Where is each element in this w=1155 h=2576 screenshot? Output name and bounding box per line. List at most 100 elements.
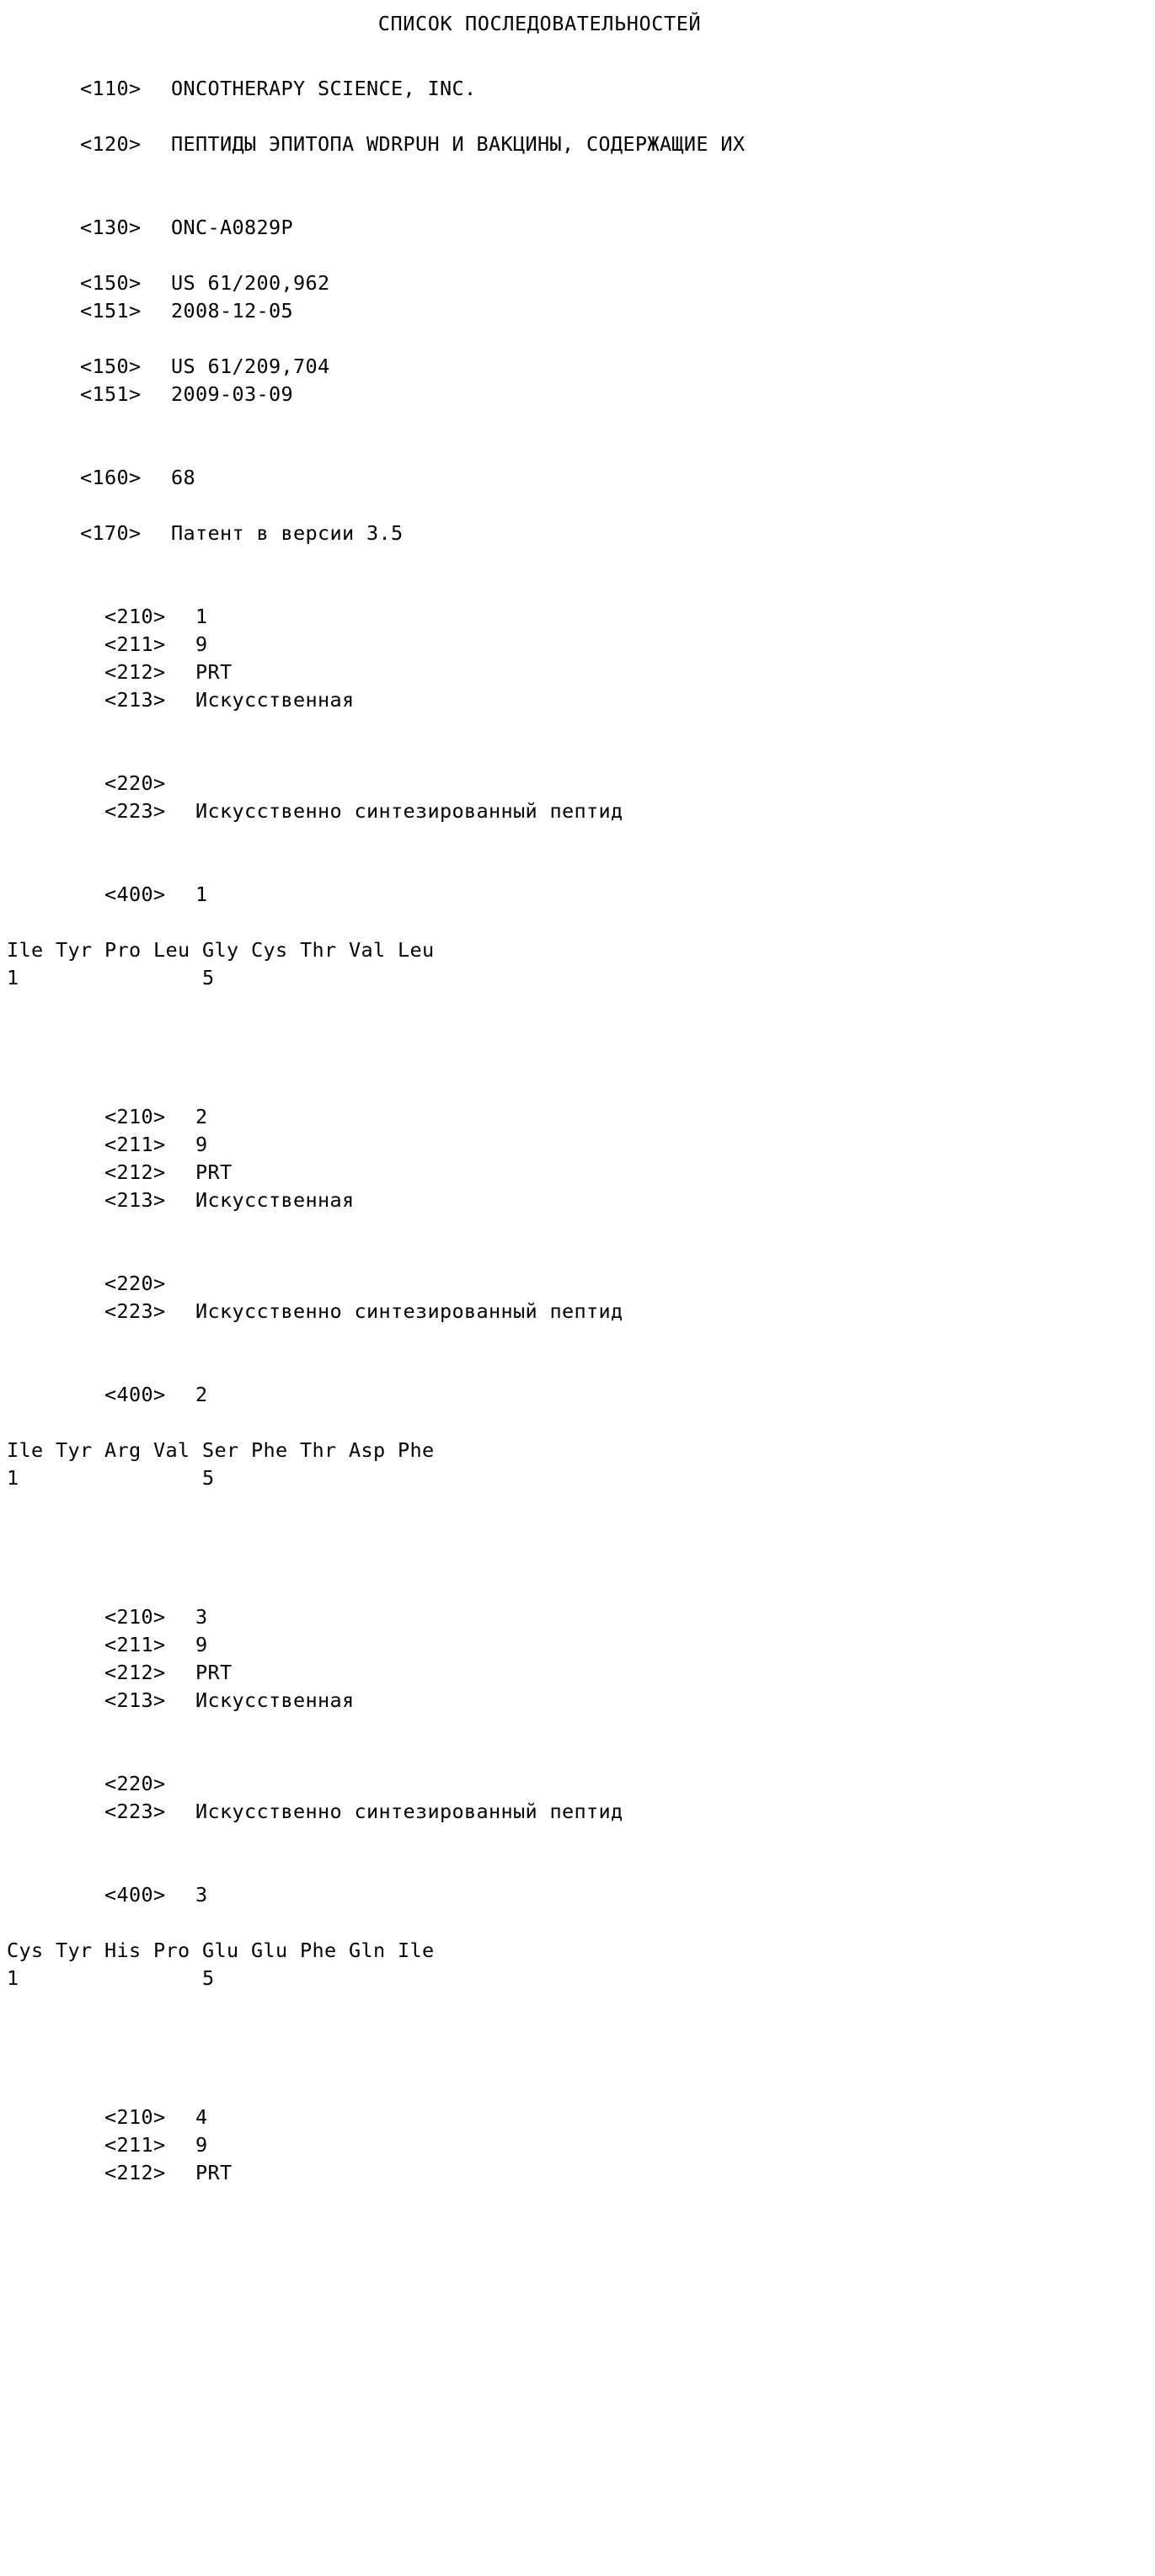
seq3-field-400-tag: <400> xyxy=(104,1883,166,1907)
seq3-field-212-value: PRT xyxy=(195,1661,233,1684)
seq1-field-220: <220> xyxy=(7,742,1152,795)
seq2-field-212-tag: <212> xyxy=(104,1160,166,1184)
seq3-field-213-value: Искусственная xyxy=(195,1688,355,1712)
seq1-field-213-tag: <213> xyxy=(104,688,166,712)
seq3-field-220-tag: <220> xyxy=(104,1772,166,1795)
field-160-value: 68 xyxy=(171,466,195,489)
seq3-field-210: <210> 3 xyxy=(7,1576,1152,1629)
seq2-field-400-tag: <400> xyxy=(104,1383,166,1406)
seq4-field-212-value: PRT xyxy=(195,2161,233,2184)
sequence-entry: <210> 3 <211> 9 <212> PRT <213> Искусственна… xyxy=(7,1576,1152,1992)
seq2-field-211-value: 9 xyxy=(195,1133,208,1156)
seq3-field-223-tag: <223> xyxy=(104,1800,166,1823)
seq1-position-ruler: 1 5 xyxy=(7,966,215,989)
seq1-field-400-tag: <400> xyxy=(104,883,166,906)
seq2-field-213-tag: <213> xyxy=(104,1188,166,1212)
field-130-value: ONC-A0829P xyxy=(171,216,293,239)
field-110-value: ONCOTHERAPY SCIENCE, INC. xyxy=(171,77,477,100)
seq3-field-211-tag: <211> xyxy=(104,1633,166,1656)
seq1-field-220-tag: <220> xyxy=(104,771,166,795)
field-151-first-tag: <151> xyxy=(80,299,142,323)
seq2-field-400: <400> 2 xyxy=(7,1353,1152,1406)
field-120-tag: <120> xyxy=(80,132,142,156)
seq3-field-220: <220> xyxy=(7,1742,1152,1795)
field-151-second-value: 2009-03-09 xyxy=(171,382,293,406)
sequence-listing-body: <110> ONCOTHERAPY SCIENCE, INC. <120> ПЕПТ… xyxy=(7,47,1152,2184)
page-title: СПИСОК ПОСЛЕДОВАТЕЛЬНОСТЕЙ xyxy=(377,12,702,35)
field-130: <130> ONC-A0829P xyxy=(7,186,1152,239)
field-150-first: <150> US 61/200,962 xyxy=(7,242,1152,295)
seq1-field-212-value: PRT xyxy=(195,660,233,684)
seq3-residues: Cys Tyr His Pro Glu Glu Phe Gln Ile xyxy=(7,1939,435,1962)
seq3-field-400-value: 3 xyxy=(195,1883,208,1907)
field-151-second-tag: <151> xyxy=(80,382,142,406)
sequence-entry: <210> 1 <211> 9 <212> PRT <213> Искусственна… xyxy=(7,575,1152,992)
seq3-position-ruler: 1 5 xyxy=(7,1966,215,1990)
seq1-field-223-value: Искусственно синтезированный пептид xyxy=(195,799,623,823)
seq1-field-212-tag: <212> xyxy=(104,660,166,684)
field-170-tag: <170> xyxy=(80,521,142,545)
seq1-field-210: <210> 1 xyxy=(7,575,1152,628)
seq2-field-223-tag: <223> xyxy=(104,1299,166,1323)
document-page: СПИСОК ПОСЛЕДОВАТЕЛЬНОСТЕЙ <110> ONCOTHER… xyxy=(0,0,1155,2576)
seq3-field-211-value: 9 xyxy=(195,1633,208,1656)
seq2-field-211-tag: <211> xyxy=(104,1133,166,1156)
field-151-first-value: 2008-12-05 xyxy=(171,299,293,323)
seq1-field-210-value: 1 xyxy=(195,605,208,628)
field-150-first-value: US 61/200,962 xyxy=(171,271,330,295)
seq1-field-211-tag: <211> xyxy=(104,632,166,656)
seq2-field-210-tag: <210> xyxy=(104,1105,166,1128)
sequence-entry-partial: <210> 4 <211> 9 <212> PRT xyxy=(7,2076,1152,2184)
seq1-field-400: <400> 1 xyxy=(7,853,1152,906)
field-150-first-tag: <150> xyxy=(80,271,142,295)
seq2-field-220-tag: <220> xyxy=(104,1272,166,1295)
seq1-field-210-tag: <210> xyxy=(104,605,166,628)
seq4-field-212-tag: <212> xyxy=(104,2161,166,2184)
seq1-residues: Ile Tyr Pro Leu Gly Cys Thr Val Leu xyxy=(7,938,435,962)
field-120: <120> ПЕПТИДЫ ЭПИТОПА WDRPUH И ВАКЦИНЫ, С… xyxy=(7,103,1152,156)
field-150-second-value: US 61/209,704 xyxy=(171,355,330,378)
seq2-field-210: <210> 2 xyxy=(7,1075,1152,1128)
seq1-field-211-value: 9 xyxy=(195,632,208,656)
seq3-field-210-value: 3 xyxy=(195,1605,208,1629)
seq2-position-ruler: 1 5 xyxy=(7,1466,215,1490)
field-170-value: Патент в версии 3.5 xyxy=(171,521,404,545)
seq1-field-400-value: 1 xyxy=(195,883,208,906)
field-120-value: ПЕПТИДЫ ЭПИТОПА WDRPUH И ВАКЦИНЫ, СОДЕРЖ… xyxy=(171,132,746,156)
seq3-field-210-tag: <210> xyxy=(104,1605,166,1629)
seq4-field-211-tag: <211> xyxy=(104,2133,166,2157)
seq3-field-212-tag: <212> xyxy=(104,1661,166,1684)
seq2-field-213-value: Искусственная xyxy=(195,1188,355,1212)
seq4-field-210-tag: <210> xyxy=(104,2105,166,2129)
field-110: <110> ONCOTHERAPY SCIENCE, INC. xyxy=(7,47,1152,100)
seq2-field-400-value: 2 xyxy=(195,1383,208,1406)
seq2-field-220: <220> xyxy=(7,1242,1152,1295)
seq4-field-211-value: 9 xyxy=(195,2133,208,2157)
seq3-field-223-value: Искусственно синтезированный пептид xyxy=(195,1800,623,1823)
seq3-field-400: <400> 3 xyxy=(7,1853,1152,1907)
field-150-second-tag: <150> xyxy=(80,355,142,378)
seq1-field-213-value: Искусственная xyxy=(195,688,355,712)
field-150-second: <150> US 61/209,704 xyxy=(7,325,1152,378)
seq4-field-210-value: 4 xyxy=(195,2105,208,2129)
seq4-field-210: <210> 4 xyxy=(7,2076,1152,2129)
field-160: <160> 68 xyxy=(7,436,1152,489)
field-170: <170> Патент в версии 3.5 xyxy=(7,492,1152,545)
